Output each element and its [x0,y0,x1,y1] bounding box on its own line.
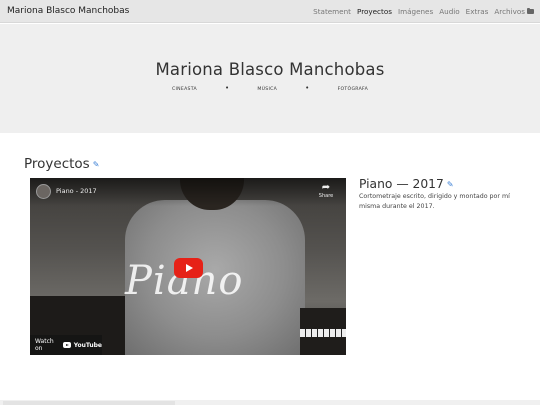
tag-musica: MÚSICA [257,86,278,92]
share-icon: ➦ [321,182,331,193]
play-button[interactable] [174,258,203,278]
project-title: Piano — 2017 ✎ [359,177,454,191]
share-button[interactable]: ➦ Share [316,182,336,200]
video-title[interactable]: Piano - 2017 [56,187,97,195]
nav-proyectos[interactable]: Proyectos [357,7,392,16]
nav-extras[interactable]: Extras [466,7,489,16]
nav-imagenes[interactable]: Imágenes [398,7,433,16]
youtube-embed[interactable]: Piano Piano - 2017 ➦ Share Watch on YouT… [30,178,346,355]
pencil-icon[interactable]: ✎ [93,160,100,169]
nav-audio[interactable]: Audio [439,7,459,16]
footer-divider [0,400,540,405]
pencil-icon[interactable]: ✎ [447,180,454,189]
tag-separator: • [224,84,230,92]
youtube-logo-icon [62,342,71,348]
top-navbar: Mariona Blasco Manchobas Statement Proye… [0,0,540,23]
youtube-wordmark: YouTube [73,341,102,349]
project-description: Cortometraje escrito, dirigido y montado… [359,193,510,210]
hero-tags: CINEASTA • MÚSICA • FOTÓGRAFA [0,84,540,93]
footer-segment [3,401,175,405]
channel-avatar[interactable] [36,184,51,199]
hero-title: Mariona Blasco Manchobas [155,60,385,79]
nav-archivos-label: Archivos [494,7,525,16]
tag-fotografa: FOTÓGRAFA [337,86,369,92]
nav-archivos[interactable]: Archivos [494,7,534,16]
tag-cineasta: CINEASTA [171,86,197,92]
section-title: Proyectos [24,156,90,172]
site-brand-link[interactable]: Mariona Blasco Manchobas [7,6,129,16]
main-nav: Statement Proyectos Imágenes Audio Extra… [313,7,534,16]
watch-on-label: Watch on [35,338,54,352]
folder-icon [527,8,534,14]
video-thumbnail-keys [300,329,346,337]
hero-banner: Mariona Blasco Manchobas CINEASTA • MÚSI… [0,24,540,133]
project-title-text: Piano — 2017 [359,177,444,191]
tag-separator: • [305,84,310,92]
share-label: Share [318,193,334,199]
nav-statement[interactable]: Statement [313,7,351,16]
section-heading: Proyectos ✎ [24,156,99,172]
watch-on-youtube-button[interactable]: Watch on YouTube [30,335,102,355]
